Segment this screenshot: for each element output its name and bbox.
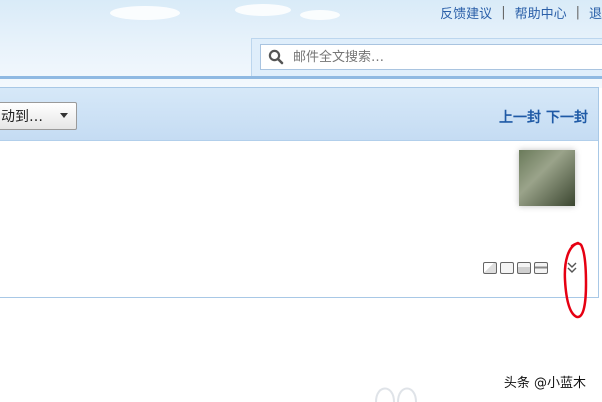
logout-link[interactable]: 退 (589, 3, 602, 22)
mail-toolbar: 动到… 上一封 下一封 (0, 88, 598, 141)
cloud-decoration (235, 4, 291, 16)
mail-pager: 上一封 下一封 (499, 107, 588, 127)
decorative-shape (375, 387, 417, 402)
mail-action-icons (483, 262, 548, 274)
search-icon[interactable] (267, 48, 285, 66)
move-to-label: 动到… (1, 109, 43, 125)
avatar (519, 150, 575, 206)
top-links: 反馈建议 | 帮助中心 | 退 (440, 3, 602, 22)
new-window-icon[interactable] (483, 262, 497, 274)
watermark: 头条 @小蓝木 (503, 376, 586, 391)
cloud-decoration (300, 10, 340, 20)
header-divider (0, 76, 602, 79)
chevron-down-icon (60, 113, 68, 118)
search-input[interactable] (291, 48, 595, 66)
feedback-link[interactable]: 反馈建议 (440, 3, 492, 22)
prev-mail-link[interactable]: 上一封 (499, 110, 541, 126)
next-mail-link[interactable]: 下一封 (546, 110, 588, 126)
cloud-decoration (110, 6, 180, 20)
mail-view-panel: 动到… 上一封 下一封 (0, 87, 599, 298)
link-separator: | (501, 5, 506, 20)
move-to-button[interactable]: 动到… (0, 102, 77, 130)
search-box[interactable] (260, 44, 602, 70)
link-separator: | (575, 5, 580, 20)
help-center-link[interactable]: 帮助中心 (515, 3, 567, 22)
red-annotation-circle (563, 241, 588, 319)
export-icon[interactable] (517, 262, 531, 274)
print-icon[interactable] (534, 262, 548, 274)
note-icon[interactable] (500, 262, 514, 274)
search-bar (251, 38, 602, 77)
